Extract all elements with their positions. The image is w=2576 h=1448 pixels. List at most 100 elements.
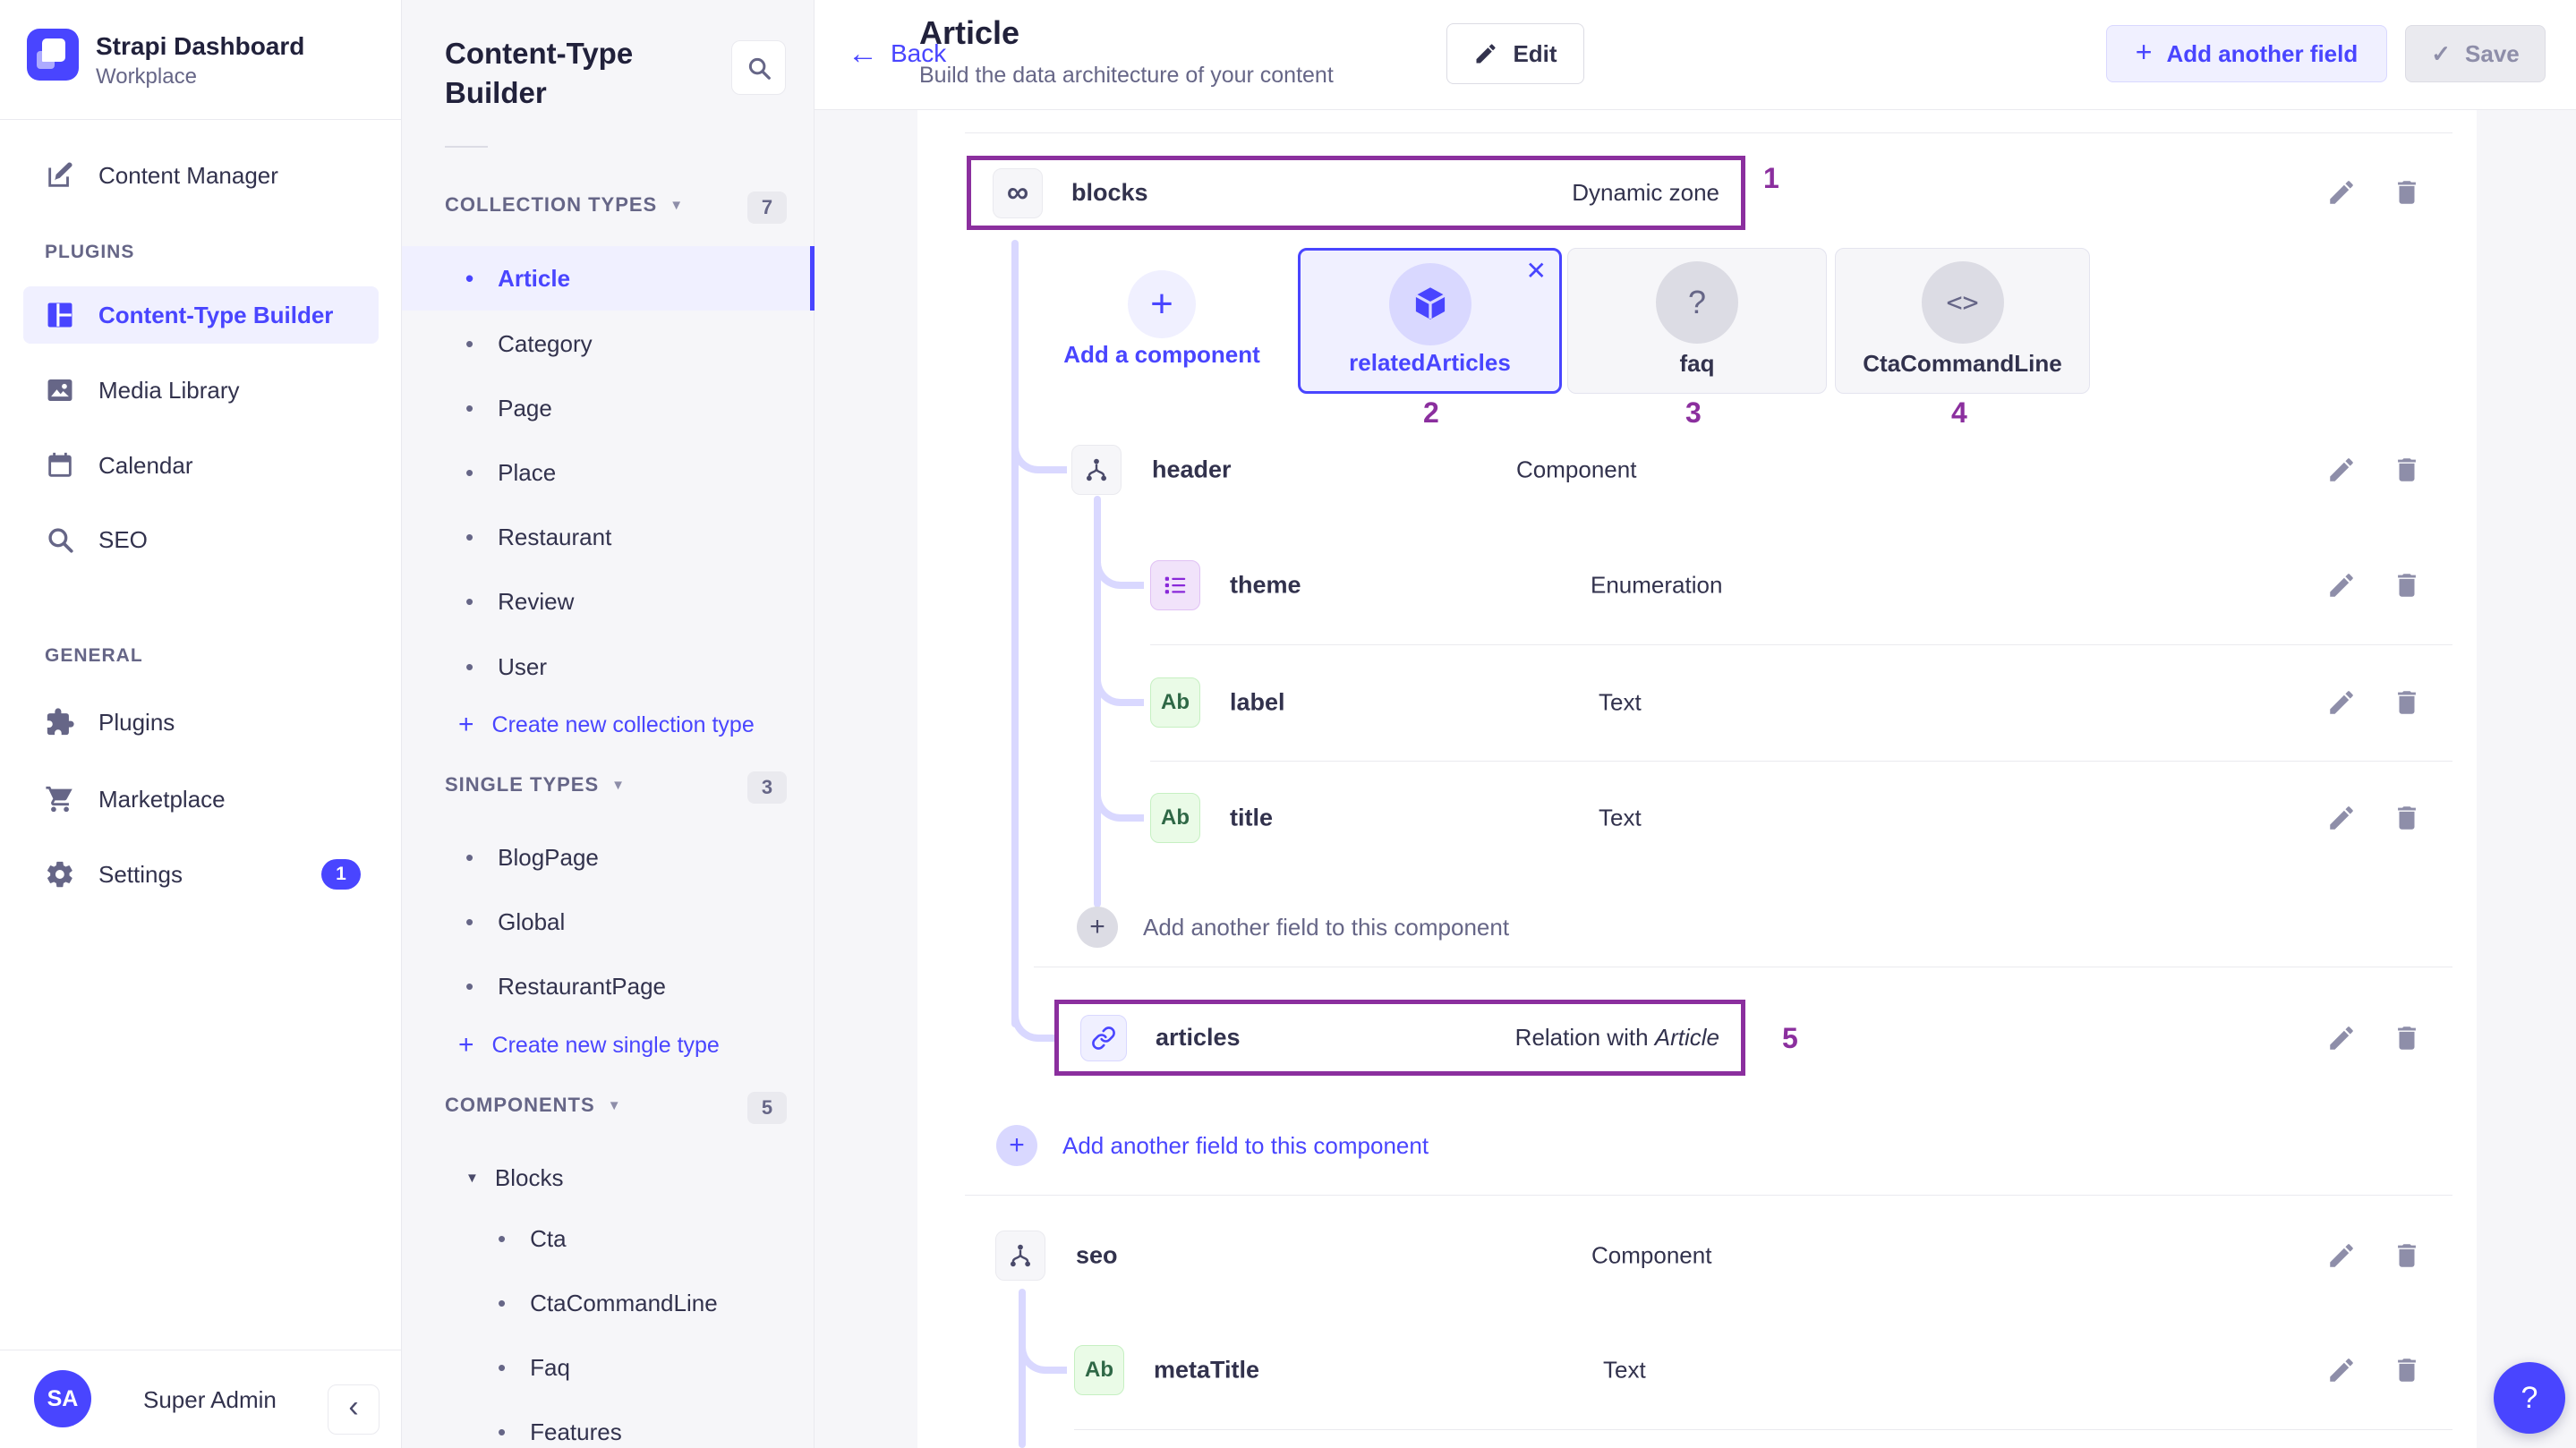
divider	[965, 132, 2452, 133]
edit-field-icon[interactable]	[2326, 687, 2357, 718]
puzzle-icon	[45, 707, 75, 737]
component-card-circle: ?	[1656, 261, 1738, 344]
delete-field-icon[interactable]	[2392, 1355, 2422, 1385]
branch-icon	[1083, 456, 1110, 483]
annotation-3: 3	[1685, 396, 1702, 430]
sidebar-item-global[interactable]: • Global	[402, 890, 815, 954]
edit-button[interactable]: Edit	[1446, 23, 1584, 84]
edit-label: Edit	[1513, 40, 1557, 68]
cart-icon	[45, 784, 75, 814]
edit-field-icon[interactable]	[2326, 803, 2357, 833]
infinity-glyph: ∞	[1007, 175, 1028, 210]
enumeration-icon	[1150, 560, 1200, 610]
help-button[interactable]: ?	[2494, 1362, 2565, 1434]
add-component-button[interactable]: +	[1128, 270, 1196, 338]
single-types-heading[interactable]: SINGLE TYPES ▼	[445, 773, 626, 796]
collapse-sidebar-button[interactable]: ‹	[328, 1384, 380, 1435]
collection-types-heading[interactable]: COLLECTION TYPES ▼	[445, 193, 684, 217]
annotation-5: 5	[1782, 1022, 1798, 1055]
delete-field-icon[interactable]	[2392, 803, 2422, 833]
magnifier-icon	[45, 524, 75, 555]
strapi-logo[interactable]	[27, 29, 79, 81]
sidebar-item-page[interactable]: • Page	[402, 376, 815, 440]
annotation-1: 1	[1763, 162, 1779, 195]
delete-field-icon[interactable]	[2392, 455, 2422, 485]
edit-field-icon[interactable]	[2326, 570, 2357, 600]
relation-type-prefix: Relation with	[1515, 1024, 1655, 1051]
create-single-type-link[interactable]: + Create new single type	[402, 1017, 815, 1074]
sidebar-item-settings[interactable]: Settings 1	[0, 842, 402, 907]
field-name: theme	[1230, 572, 1301, 600]
sidebar-item-restaurant[interactable]: • Restaurant	[402, 505, 815, 569]
delete-field-icon[interactable]	[2392, 1023, 2422, 1053]
component-card-label: relatedArticles	[1301, 349, 1559, 377]
collection-type-label: Category	[498, 330, 593, 358]
chevron-left-icon: ‹	[348, 1390, 358, 1425]
field-row-header[interactable]: header Component	[917, 442, 2477, 498]
single-types-label: SINGLE TYPES	[445, 773, 599, 796]
delete-field-icon[interactable]	[2392, 1240, 2422, 1271]
sidebar-item-category[interactable]: • Category	[402, 311, 815, 376]
save-button[interactable]: ✓ Save	[2405, 25, 2546, 82]
plus-icon: +	[996, 1125, 1037, 1166]
field-row-articles[interactable]: articles Relation with Article	[1054, 1000, 1745, 1076]
bullet-icon: •	[465, 973, 473, 1001]
sidebar-item-faq[interactable]: • Faq	[402, 1335, 815, 1400]
components-heading[interactable]: COMPONENTS ▼	[445, 1094, 622, 1117]
text-field-icon: Ab	[1150, 793, 1200, 843]
create-collection-type-link[interactable]: + Create new collection type	[402, 696, 815, 754]
component-group-blocks[interactable]: ▼ Blocks	[402, 1149, 815, 1206]
field-row-label[interactable]: Ab label Text	[917, 675, 2477, 730]
edit-field-icon[interactable]	[2326, 177, 2357, 208]
field-name: title	[1230, 805, 1273, 832]
edit-field-icon[interactable]	[2326, 1240, 2357, 1271]
save-label: Save	[2465, 40, 2520, 68]
sidebar-item-content-manager[interactable]: Content Manager	[0, 143, 402, 208]
main-content: ← Back Article Build the data architectu…	[815, 0, 2576, 1448]
field-row-blocks[interactable]: ∞ blocks Dynamic zone	[967, 156, 1745, 230]
component-card-ctacommandline[interactable]: <> CtaCommandLine	[1835, 248, 2090, 394]
sidebar-item-blogpage[interactable]: • BlogPage	[402, 825, 815, 890]
sidebar-item-review[interactable]: • Review	[402, 569, 815, 634]
sidebar-item-marketplace[interactable]: Marketplace	[0, 767, 402, 831]
sidebar-item-content-type-builder[interactable]: Content-Type Builder	[23, 286, 379, 344]
sidebar-item-restaurantpage[interactable]: • RestaurantPage	[402, 954, 815, 1018]
add-field-to-component-button[interactable]: + Add another field to this component	[1077, 907, 1509, 948]
sidebar-item-features[interactable]: • Features	[402, 1400, 815, 1448]
search-button[interactable]	[731, 40, 786, 95]
sidebar-item-place[interactable]: • Place	[402, 440, 815, 505]
divider	[1150, 761, 2452, 762]
sidebar-item-user[interactable]: • User	[402, 635, 815, 699]
sidebar-item-plugins[interactable]: Plugins	[0, 690, 402, 754]
pencil-icon	[1473, 41, 1498, 66]
add-another-field-label: Add another field	[2166, 40, 2358, 68]
delete-field-icon[interactable]	[2392, 177, 2422, 208]
avatar[interactable]: SA	[34, 1370, 91, 1427]
component-icon	[995, 1231, 1045, 1281]
add-field-to-dynamic-zone-button[interactable]: + Add another field to this component	[996, 1125, 1429, 1166]
add-another-field-button[interactable]: + Add another field	[2106, 25, 2387, 82]
edit-field-icon[interactable]	[2326, 455, 2357, 485]
sidebar-item-label: Marketplace	[98, 786, 226, 813]
divider	[0, 119, 402, 120]
general-section-heading: GENERAL	[45, 645, 143, 667]
delete-field-icon[interactable]	[2392, 687, 2422, 718]
edit-field-icon[interactable]	[2326, 1023, 2357, 1053]
field-row-seo[interactable]: seo Component	[917, 1228, 2477, 1283]
sidebar-item-ctacommandline[interactable]: • CtaCommandLine	[402, 1271, 815, 1335]
sidebar-item-cta[interactable]: • Cta	[402, 1206, 815, 1271]
sidebar-item-article[interactable]: • Article	[402, 246, 815, 311]
sidebar-item-seo[interactable]: SEO	[0, 507, 402, 572]
add-component-label[interactable]: Add a component	[1032, 341, 1292, 369]
component-card-relatedarticles[interactable]: ✕ relatedArticles	[1298, 248, 1562, 394]
component-card-faq[interactable]: ? faq	[1567, 248, 1827, 394]
field-row-metatitle[interactable]: Ab metaTitle Text	[917, 1342, 2477, 1398]
sidebar-item-media-library[interactable]: Media Library	[0, 358, 402, 422]
close-icon[interactable]: ✕	[1526, 256, 1547, 285]
field-row-title[interactable]: Ab title Text	[917, 790, 2477, 846]
field-row-theme[interactable]: theme Enumeration	[917, 558, 2477, 613]
sidebar-item-calendar[interactable]: Calendar	[0, 433, 402, 498]
delete-field-icon[interactable]	[2392, 570, 2422, 600]
edit-field-icon[interactable]	[2326, 1355, 2357, 1385]
annotation-4: 4	[1951, 396, 1967, 430]
